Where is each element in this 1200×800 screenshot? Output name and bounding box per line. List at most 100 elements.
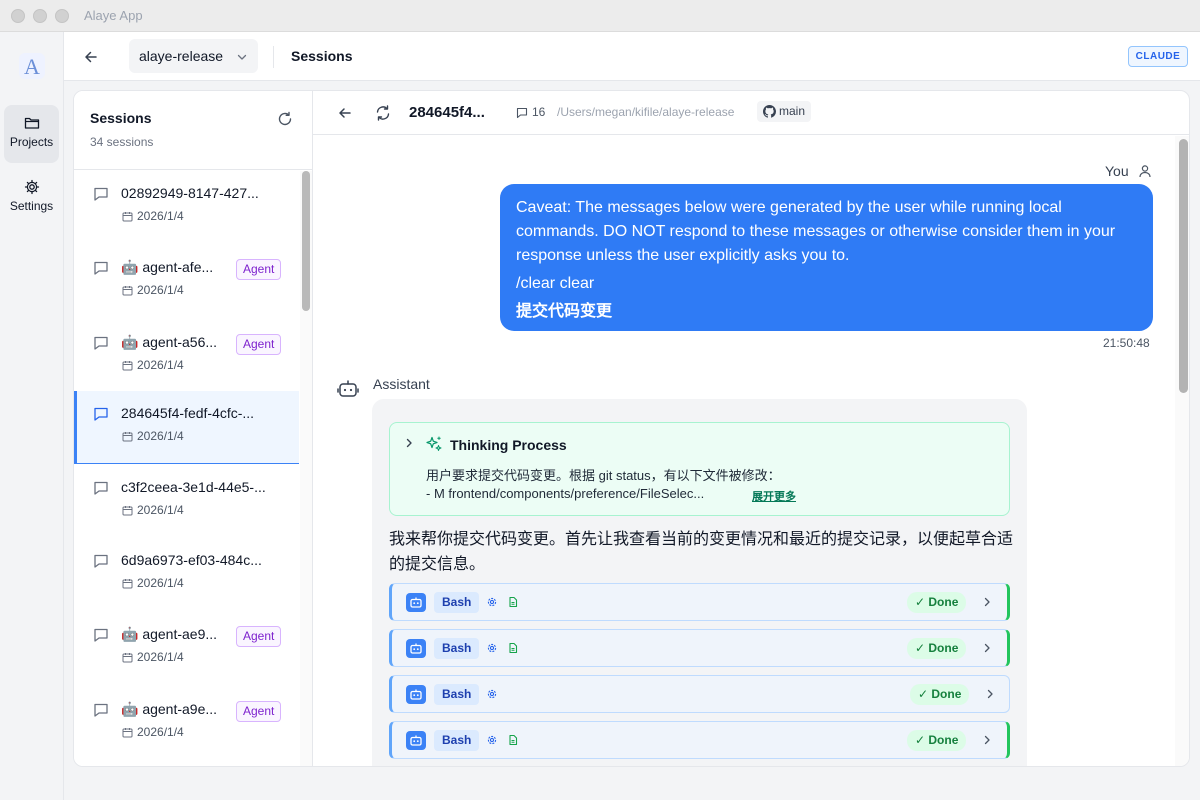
tool-name-badge: Bash bbox=[434, 684, 479, 705]
chat-messages: You Caveat: The messages below were gene… bbox=[313, 136, 1190, 767]
calendar-icon bbox=[122, 360, 133, 371]
thinking-text-line: 用户要求提交代码变更。根据 git status，有以下文件被修改： bbox=[426, 465, 781, 484]
header-divider bbox=[273, 46, 274, 68]
calendar-icon bbox=[122, 285, 133, 296]
window-close-button[interactable] bbox=[11, 9, 25, 23]
window-titlebar: Alaye App bbox=[0, 0, 1200, 32]
session-item[interactable]: 6d9a6973-ef03-484c... 2026/1/4 bbox=[74, 538, 299, 611]
session-item[interactable]: 02892949-8147-427... 2026/1/4 bbox=[74, 171, 299, 244]
folder-icon bbox=[24, 115, 40, 131]
chat-header: 284645f4... 16 /Users/megan/kifile/alaye… bbox=[313, 91, 1190, 135]
user-message-command: /clear clear bbox=[516, 272, 1137, 296]
chevron-right-icon[interactable] bbox=[981, 734, 993, 746]
message-square-icon bbox=[93, 627, 109, 643]
tool-bot-icon bbox=[406, 731, 426, 750]
robot-emoji-icon: 🤖 bbox=[121, 259, 138, 275]
chevron-right-icon[interactable] bbox=[984, 688, 996, 700]
page-title: Sessions bbox=[291, 48, 352, 64]
session-item[interactable]: 🤖 agent-a56... Agent 2026/1/4 bbox=[74, 320, 299, 393]
window-title: Alaye App bbox=[84, 8, 143, 23]
nav-item-settings[interactable]: Settings bbox=[4, 169, 59, 227]
nav-item-label: Projects bbox=[10, 135, 53, 149]
reload-icon[interactable] bbox=[374, 104, 392, 122]
session-name: 🤖 agent-a56... bbox=[121, 334, 217, 351]
agent-badge: Agent bbox=[236, 334, 281, 355]
message-count: 16 bbox=[532, 105, 545, 119]
chevron-right-icon[interactable] bbox=[403, 437, 415, 449]
chat-scrollbar-thumb[interactable] bbox=[1179, 139, 1188, 393]
session-name-text: agent-ae9... bbox=[142, 626, 217, 642]
calendar-icon bbox=[122, 431, 133, 442]
agent-badge: Agent bbox=[236, 626, 281, 647]
session-name: 🤖 agent-ae9... bbox=[121, 626, 217, 643]
agent-badge: Agent bbox=[236, 259, 281, 280]
session-date: 2026/1/4 bbox=[137, 358, 184, 372]
calendar-icon bbox=[122, 727, 133, 738]
session-name: 02892949-8147-427... bbox=[121, 185, 259, 201]
tool-call-row[interactable]: Bash ✓ Done bbox=[389, 583, 1010, 621]
chevron-right-icon[interactable] bbox=[981, 642, 993, 654]
session-name-text: agent-a9e... bbox=[142, 701, 217, 717]
git-branch-name: main bbox=[779, 104, 805, 118]
window-zoom-button[interactable] bbox=[55, 9, 69, 23]
session-date: 2026/1/4 bbox=[137, 650, 184, 664]
calendar-icon bbox=[122, 505, 133, 516]
thinking-text-line: - M frontend/components/preference/FileS… bbox=[426, 486, 704, 501]
tool-call-row[interactable]: Bash ✓ Done bbox=[389, 629, 1010, 667]
user-message-request: 提交代码变更 bbox=[516, 300, 1137, 324]
assistant-label: Assistant bbox=[373, 376, 430, 392]
thinking-title: Thinking Process bbox=[450, 437, 567, 453]
tool-bot-icon bbox=[406, 593, 426, 612]
assistant-message-text: 我来帮你提交代码变更。首先让我查看当前的变更情况和最近的提交记录，以便起草合适的… bbox=[389, 527, 1019, 577]
back-arrow-icon[interactable] bbox=[336, 104, 354, 122]
session-name-text: agent-a56... bbox=[142, 334, 217, 350]
refresh-icon[interactable] bbox=[276, 110, 294, 128]
session-name-text: agent-afe... bbox=[142, 259, 213, 275]
expand-more-link[interactable]: 展开更多 bbox=[752, 488, 796, 504]
sessions-title: Sessions bbox=[90, 110, 151, 126]
user-icon bbox=[1138, 164, 1152, 178]
session-name: 6d9a6973-ef03-484c... bbox=[121, 552, 262, 568]
chevron-right-icon[interactable] bbox=[981, 596, 993, 608]
session-name: 🤖 agent-afe... bbox=[121, 259, 213, 276]
thinking-process-block[interactable]: Thinking Process 用户要求提交代码变更。根据 git statu… bbox=[389, 422, 1010, 516]
github-icon bbox=[763, 105, 776, 118]
tool-name-badge: Bash bbox=[434, 730, 479, 751]
project-select[interactable]: alaye-release bbox=[129, 39, 258, 73]
file-icon bbox=[507, 642, 519, 654]
calendar-icon bbox=[122, 211, 133, 222]
session-date: 2026/1/4 bbox=[137, 209, 184, 223]
window-minimize-button[interactable] bbox=[33, 9, 47, 23]
sessions-scrollbar-thumb[interactable] bbox=[302, 171, 310, 311]
agent-badge: Agent bbox=[236, 701, 281, 722]
message-square-icon bbox=[93, 406, 109, 422]
session-item[interactable]: 🤖 agent-a9e... Agent 2026/1/4 bbox=[74, 687, 299, 760]
message-square-icon bbox=[93, 480, 109, 496]
gear-icon bbox=[486, 596, 498, 608]
message-count-icon bbox=[516, 107, 528, 119]
session-item[interactable]: 🤖 agent-afe... Agent 2026/1/4 bbox=[74, 245, 299, 318]
sessions-count: 34 sessions bbox=[90, 135, 153, 149]
tool-name-badge: Bash bbox=[434, 638, 479, 659]
tool-call-row[interactable]: Bash ✓ Done bbox=[389, 675, 1010, 713]
robot-emoji-icon: 🤖 bbox=[121, 334, 138, 350]
back-arrow-icon[interactable] bbox=[80, 46, 102, 68]
session-item[interactable]: c3f2ceea-3e1d-44e5-... 2026/1/4 bbox=[74, 465, 299, 538]
session-item-active[interactable]: 284645f4-fedf-4cfc-... 2026/1/4 bbox=[74, 391, 299, 464]
app-logo: A bbox=[18, 52, 46, 80]
session-item[interactable]: 🤖 agent-ae9... Agent 2026/1/4 bbox=[74, 612, 299, 685]
tool-name-badge: Bash bbox=[434, 592, 479, 613]
chat-panel: 284645f4... 16 /Users/megan/kifile/alaye… bbox=[313, 91, 1190, 767]
nav-item-projects[interactable]: Projects bbox=[4, 105, 59, 163]
session-name: c3f2ceea-3e1d-44e5-... bbox=[121, 479, 266, 495]
project-select-value: alaye-release bbox=[139, 48, 223, 64]
nav-item-label: Settings bbox=[10, 199, 53, 213]
user-message-bubble: Caveat: The messages below were generate… bbox=[500, 184, 1153, 331]
gear-icon bbox=[486, 688, 498, 700]
tool-call-row[interactable]: Bash ✓ Done bbox=[389, 721, 1010, 759]
project-path: /Users/megan/kifile/alaye-release bbox=[557, 105, 734, 119]
session-date: 2026/1/4 bbox=[137, 725, 184, 739]
gear-icon bbox=[486, 642, 498, 654]
sessions-panel: Sessions 34 sessions 02892949-8147-427..… bbox=[74, 91, 313, 767]
session-name: 284645f4-fedf-4cfc-... bbox=[121, 405, 254, 421]
